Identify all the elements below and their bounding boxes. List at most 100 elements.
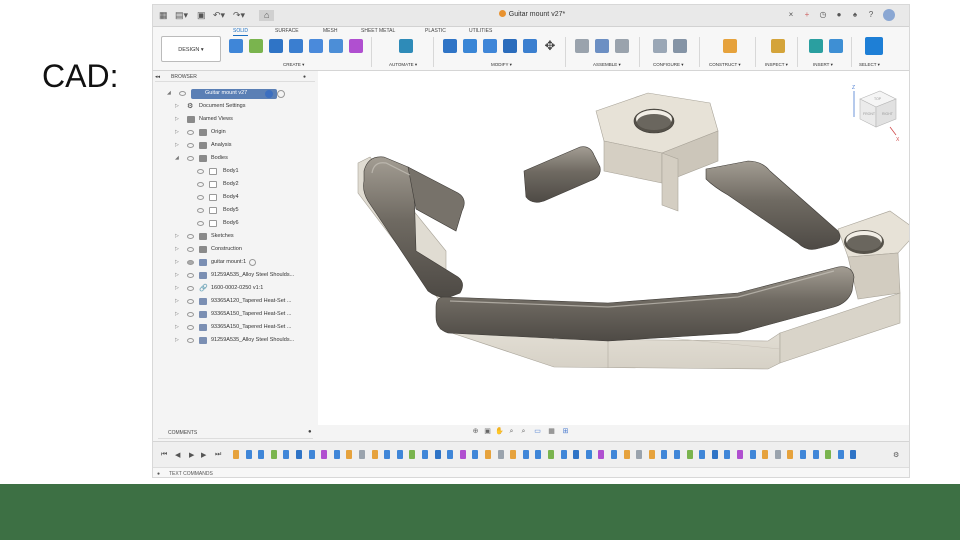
insert-canvas-icon[interactable]	[829, 39, 843, 53]
create-sketch-icon[interactable]	[229, 39, 243, 53]
timeline-feature-icon[interactable]	[812, 450, 819, 459]
timeline-start-icon[interactable]: ⏮	[161, 451, 167, 459]
timeline-feature-icon[interactable]	[510, 450, 517, 459]
create-form-icon[interactable]	[349, 39, 363, 53]
comments-add-icon[interactable]: ●	[308, 429, 312, 435]
timeline-feature-icon[interactable]	[422, 450, 428, 459]
timeline-feature-icon[interactable]	[711, 450, 718, 459]
link-icon[interactable]	[265, 90, 273, 98]
tree-item[interactable]: ▷ 93365A120_Tapered Heat-Set ...	[153, 297, 318, 308]
visibility-icon[interactable]	[197, 221, 204, 226]
fillet-icon[interactable]	[463, 39, 477, 53]
chamfer-icon[interactable]	[483, 39, 497, 53]
combine-icon[interactable]	[523, 39, 537, 53]
tree-root[interactable]: ◢ Guitar mount v27	[153, 89, 318, 100]
visibility-icon[interactable]	[187, 156, 194, 161]
configure-group-label[interactable]: CONFIGURE ▾	[653, 62, 684, 68]
timeline-feature-icon[interactable]	[270, 450, 277, 459]
timeline-feature-icon[interactable]	[774, 450, 781, 459]
press-pull-icon[interactable]	[443, 39, 457, 53]
timeline-back-icon[interactable]: ◀	[175, 451, 180, 459]
workspace-dropdown[interactable]: DESIGN ▾	[161, 36, 221, 62]
viewcube-graphic[interactable]: TOP FRONT RIGHT Z X	[846, 83, 906, 143]
avatar[interactable]	[883, 9, 895, 21]
timeline-feature-icon[interactable]	[321, 450, 328, 459]
extensions-icon[interactable]: ◷	[817, 9, 829, 21]
timeline-feature-icon[interactable]	[296, 450, 302, 459]
timeline-feature-icon[interactable]	[548, 450, 554, 459]
automate-group-label[interactable]: AUTOMATE ▾	[389, 62, 417, 68]
move-icon[interactable]: ✥	[543, 39, 557, 53]
assemble-group-label[interactable]: ASSEMBLE ▾	[593, 62, 621, 68]
create-group-label[interactable]: CREATE ▾	[283, 62, 304, 68]
visibility-icon[interactable]	[187, 338, 194, 343]
timeline-feature-icon[interactable]	[371, 450, 378, 459]
timeline-feature-icon[interactable]	[686, 450, 693, 459]
select-group-label[interactable]: SELECT ▾	[859, 62, 880, 68]
visibility-icon[interactable]	[187, 312, 194, 317]
new-tab-icon[interactable]: +	[801, 9, 813, 21]
visibility-icon[interactable]	[187, 143, 194, 148]
timeline-feature-icon[interactable]	[308, 450, 315, 459]
expand-arrow-icon[interactable]: ▷	[175, 116, 179, 122]
visibility-icon[interactable]	[187, 130, 194, 135]
shell-icon[interactable]	[503, 39, 517, 53]
visibility-icon[interactable]	[179, 91, 186, 96]
tab-surface[interactable]: SURFACE	[275, 28, 299, 34]
tree-item[interactable]: Body5	[153, 206, 318, 217]
visibility-icon[interactable]	[197, 208, 204, 213]
offset-plane-icon[interactable]	[723, 39, 737, 53]
extrude-icon[interactable]	[269, 39, 283, 53]
timeline-feature-icon[interactable]	[459, 450, 466, 459]
new-component-icon[interactable]	[595, 39, 609, 53]
joint-icon[interactable]	[575, 39, 589, 53]
expand-arrow-icon[interactable]: ▷	[175, 337, 179, 343]
tree-item[interactable]: ▷ Named Views	[153, 115, 318, 126]
expand-arrow-icon[interactable]: ▷	[175, 311, 179, 317]
expand-arrow-icon[interactable]: ▷	[175, 324, 179, 330]
timeline-feature-icon[interactable]	[472, 450, 479, 459]
collapse-arrow-icon[interactable]: ◢	[175, 155, 179, 161]
timeline-feature-icon[interactable]	[245, 450, 252, 459]
zoom-icon[interactable]: ⌕	[507, 428, 516, 436]
model-render[interactable]	[318, 71, 910, 425]
expand-arrow-icon[interactable]: ▷	[175, 259, 179, 265]
revolve-icon[interactable]	[289, 39, 303, 53]
tree-item[interactable]: ▷ Construction	[153, 245, 318, 256]
expand-arrow-icon[interactable]: ▷	[175, 129, 179, 135]
tree-item[interactable]: ▷ 91259A535_Alloy Steel Shoulds...	[153, 336, 318, 347]
timeline-feature-icon[interactable]	[560, 450, 567, 459]
tree-item[interactable]: ▷ Sketches	[153, 232, 318, 243]
timeline-feature-icon[interactable]	[233, 450, 239, 459]
measure-icon[interactable]	[771, 39, 785, 53]
timeline-end-icon[interactable]: ⏭	[215, 451, 221, 459]
pin-icon[interactable]: ●	[303, 74, 306, 80]
timeline-feature-icon[interactable]	[611, 450, 617, 459]
tree-item[interactable]: ◢ Bodies	[153, 154, 318, 165]
job-status-icon[interactable]: ●	[833, 9, 845, 21]
visibility-icon[interactable]	[187, 260, 194, 265]
timeline-feature-icon[interactable]	[497, 450, 504, 459]
tree-item[interactable]: ▷ 🔗 1600-0002-0250 v1:1	[153, 284, 318, 295]
timeline-feature-icon[interactable]	[800, 450, 806, 459]
canvas-viewport[interactable]: TOP FRONT RIGHT Z X	[318, 71, 910, 425]
viewcube[interactable]: TOP FRONT RIGHT Z X	[846, 83, 906, 143]
automate-icon[interactable]	[399, 39, 413, 53]
timeline-feature-icon[interactable]	[333, 450, 340, 459]
activate-icon[interactable]	[277, 90, 285, 98]
timeline-feature-icon[interactable]	[384, 450, 391, 459]
timeline-feature-icon[interactable]	[825, 450, 832, 459]
timeline-feature-icon[interactable]	[522, 450, 529, 459]
as-built-joint-icon[interactable]	[615, 39, 629, 53]
tree-item[interactable]: Body2	[153, 180, 318, 191]
text-commands-bar[interactable]: ● TEXT COMMANDS	[153, 467, 909, 477]
insert-derive-icon[interactable]	[809, 39, 823, 53]
timeline-feature-icon[interactable]	[598, 450, 605, 459]
timeline-feature-icon[interactable]	[623, 450, 630, 459]
timeline-feature-icon[interactable]	[674, 450, 680, 459]
configure-icon[interactable]	[653, 39, 667, 53]
timeline-feature-icon[interactable]	[749, 450, 756, 459]
timeline-feature-icon[interactable]	[409, 450, 416, 459]
tree-item[interactable]: ▷ 93365A150_Tapered Heat-Set ...	[153, 323, 318, 334]
timeline-feature-icon[interactable]	[762, 450, 769, 459]
